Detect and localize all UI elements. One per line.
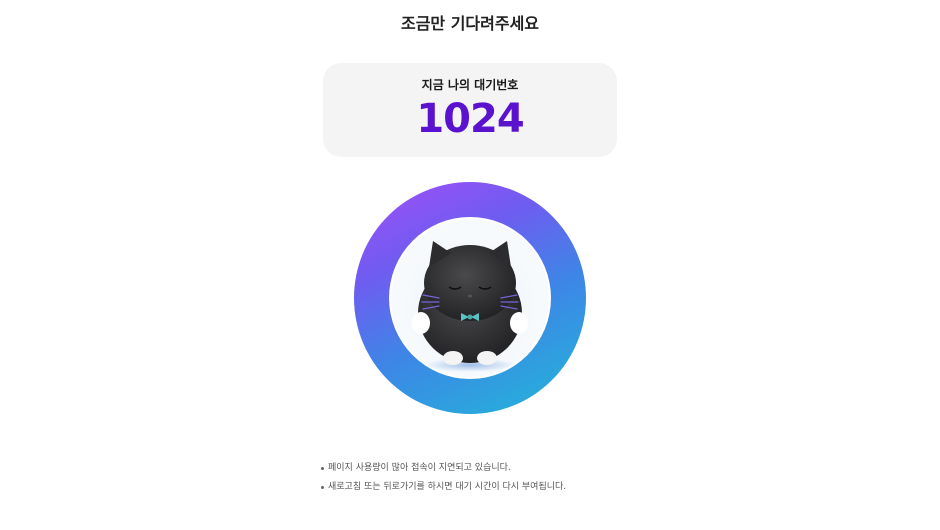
notice-item: 페이지 사용량이 많아 접속이 지연되고 있습니다.: [320, 459, 566, 478]
bullet-icon: [321, 486, 324, 489]
page-title: 조금만 기다려주세요: [400, 14, 540, 33]
loading-ring: [354, 182, 586, 414]
bullet-icon: [321, 467, 324, 470]
notice-text: 새로고침 또는 뒤로가기를 하시면 대기 시간이 다시 부여됩니다.: [328, 482, 567, 492]
waiting-page: 조금만 기다려주세요 지금 나의 대기번호 1024 페이지 사용량이 많아 접…: [0, 0, 940, 530]
notice-item: 새로고침 또는 뒤로가기를 하시면 대기 시간이 다시 부여됩니다.: [320, 478, 566, 497]
notice-list: 페이지 사용량이 많아 접속이 지연되고 있습니다. 새로고침 또는 뒤로가기를…: [320, 459, 566, 497]
queue-number-value: 1024: [416, 96, 524, 142]
notice-text: 페이지 사용량이 많아 접속이 지연되고 있습니다.: [328, 463, 511, 473]
queue-number-label: 지금 나의 대기번호: [421, 78, 519, 92]
black-cat-plush-icon: [391, 219, 549, 377]
queue-number-card: 지금 나의 대기번호 1024: [323, 63, 617, 157]
